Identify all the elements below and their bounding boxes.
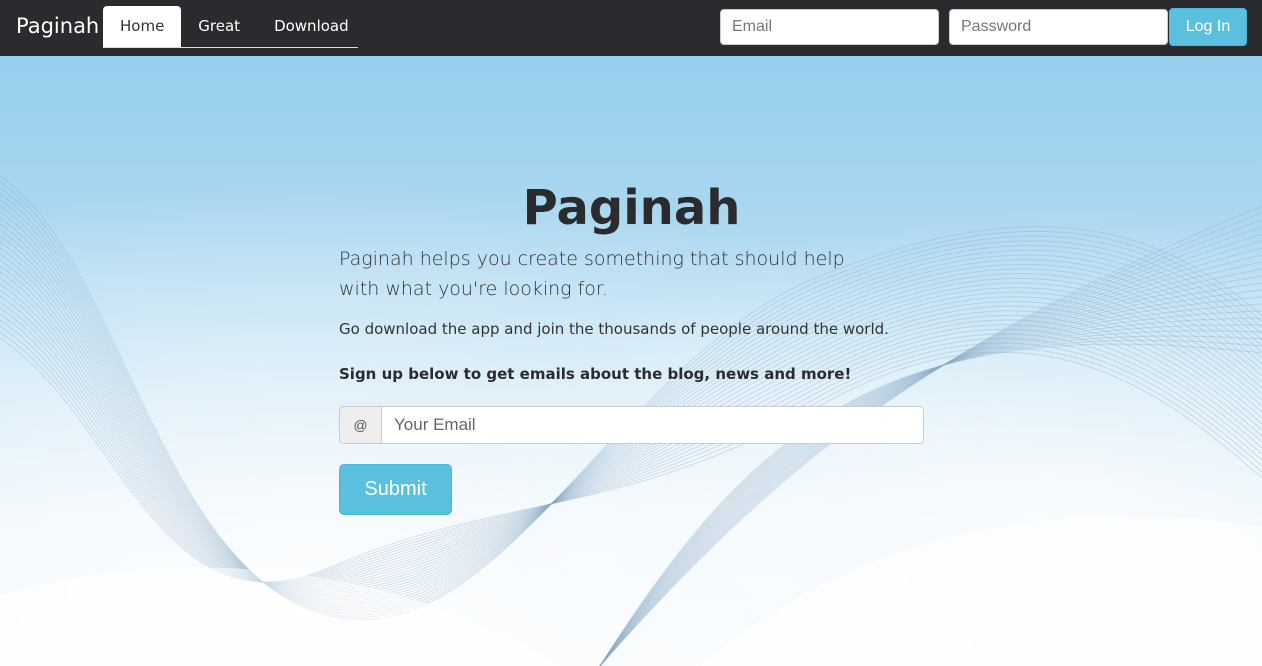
login-password-input[interactable] xyxy=(949,9,1168,45)
tab-home[interactable]: Home xyxy=(103,6,182,47)
background-wave-art xyxy=(0,56,1262,666)
signup-prompt: Sign up below to get emails about the bl… xyxy=(339,365,852,383)
hero-title: Paginah xyxy=(522,180,741,236)
signup-email-group: @ xyxy=(339,406,924,444)
page: Paginah Home Great Download Log In Pagin… xyxy=(0,0,1262,666)
tab-great[interactable]: Great xyxy=(181,6,257,47)
brand-logo[interactable]: Paginah xyxy=(16,14,99,38)
submit-button[interactable]: Submit xyxy=(339,464,452,515)
nav-tabs: Home Great Download xyxy=(103,6,358,48)
navbar: Paginah Home Great Download Log In xyxy=(0,0,1262,56)
at-sign-addon: @ xyxy=(339,406,381,444)
login-button[interactable]: Log In xyxy=(1169,8,1247,46)
tab-download[interactable]: Download xyxy=(257,6,366,47)
login-email-input[interactable] xyxy=(720,9,939,45)
hero-subtext: Go download the app and join the thousan… xyxy=(339,320,889,338)
hero-lead-text: Paginah helps you create something that … xyxy=(339,248,845,300)
signup-email-input[interactable] xyxy=(381,406,924,444)
